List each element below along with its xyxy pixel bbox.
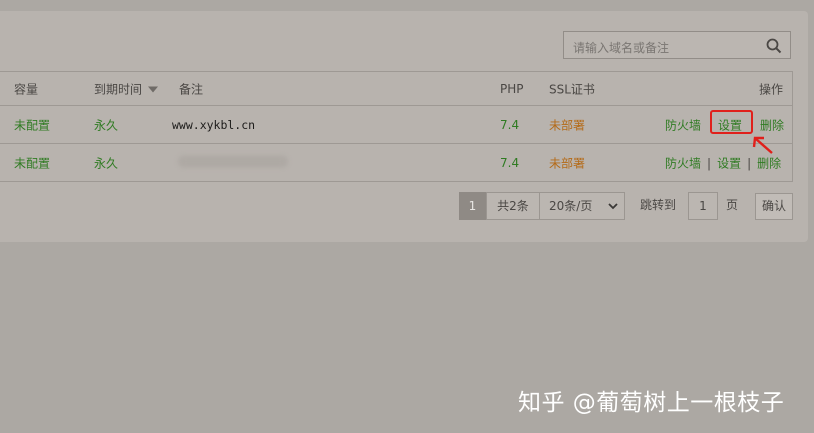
expire-cell[interactable]: 永久 [94, 116, 118, 133]
page-number-current[interactable]: 1 [459, 192, 486, 220]
php-version[interactable]: 7.4 [500, 118, 519, 132]
search-icon[interactable] [766, 38, 782, 54]
col-expire[interactable]: 到期时间 [94, 80, 159, 97]
col-php: PHP [500, 81, 524, 96]
sort-down-icon[interactable] [148, 86, 159, 93]
separator: | [707, 156, 712, 170]
capacity-cell[interactable]: 未配置 [14, 116, 50, 133]
table-row: 未配置 永久 7.4 未部署 防火墙 | 设置 | 删除 [0, 144, 792, 181]
jump-page-input[interactable]: 1 [688, 192, 718, 220]
settings-highlight-box [710, 110, 753, 134]
ssl-status[interactable]: 未部署 [549, 154, 585, 171]
col-capacity: 容量 [14, 82, 39, 96]
page-size-value: 20条/页 [549, 199, 593, 213]
capacity-cell[interactable]: 未配置 [14, 154, 50, 171]
ssl-status[interactable]: 未部署 [549, 116, 585, 133]
table-header: 容量 到期时间 备注 PHP SSL证书 操作 [0, 72, 792, 106]
table-row: 未配置 永久 www.xykbl.cn 7.4 未部署 防火墙 设置 删除 [0, 106, 792, 144]
arrow-pointer-icon [752, 136, 773, 154]
note-cell-blurred[interactable] [178, 155, 288, 170]
page-unit-label: 页 [726, 198, 739, 212]
chevron-down-icon [608, 203, 618, 210]
firewall-link[interactable]: 防火墙 [665, 116, 701, 133]
delete-link[interactable]: 删除 [757, 156, 781, 170]
page-size-select[interactable]: 20条/页 [539, 192, 625, 220]
col-expire-label: 到期时间 [94, 82, 143, 96]
blurred-note [178, 155, 288, 167]
settings-link[interactable]: 设置 [717, 156, 741, 170]
search-box[interactable]: 请输入域名或备注 [563, 31, 791, 59]
col-actions: 操作 [758, 82, 783, 96]
note-cell[interactable]: www.xykbl.cn [172, 118, 255, 132]
confirm-button[interactable]: 确认 [755, 193, 793, 220]
separator: | [747, 156, 752, 170]
firewall-link[interactable]: 防火墙 [665, 156, 701, 170]
jump-label: 跳转到 [640, 198, 677, 212]
delete-link[interactable]: 删除 [760, 116, 784, 133]
total-count: 共2条 [486, 192, 540, 220]
expire-cell[interactable]: 永久 [94, 154, 118, 171]
php-version[interactable]: 7.4 [500, 156, 519, 170]
col-ssl: SSL证书 [549, 82, 595, 96]
col-note: 备注 [179, 82, 204, 96]
row-actions: 防火墙 | 设置 | 删除 [665, 154, 781, 171]
site-table: 容量 到期时间 备注 PHP SSL证书 操作 未配置 永久 www.xykbl… [0, 71, 793, 182]
search-input[interactable]: 请输入域名或备注 [573, 39, 669, 56]
watermark: 知乎 @葡萄树上一根枝子 [518, 390, 785, 416]
